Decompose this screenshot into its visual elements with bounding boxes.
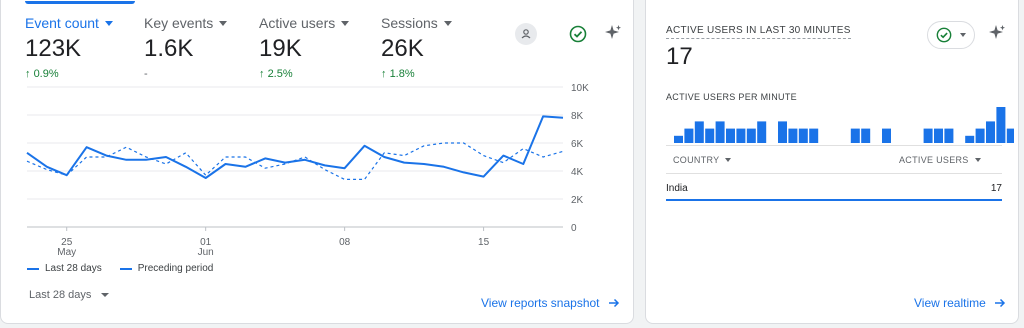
- chart-legend: Last 28 days Preceding period: [27, 263, 213, 274]
- per-minute-bar[interactable]: [965, 135, 975, 143]
- metric-tab-sessions[interactable]: Sessions 26K ↑ 1.8%: [381, 1, 481, 80]
- y-tick-label: 10K: [571, 83, 589, 94]
- country-cell: India: [666, 183, 688, 194]
- view-reports-snapshot-link[interactable]: View reports snapshot: [481, 296, 620, 310]
- per-minute-bar[interactable]: [809, 128, 819, 143]
- realtime-value: 17: [666, 43, 693, 70]
- metric-change: ↑ 1.8%: [381, 68, 415, 80]
- per-minute-bar[interactable]: [882, 128, 891, 143]
- x-tick-label: 15: [478, 237, 490, 248]
- chevron-down-icon[interactable]: [341, 20, 350, 26]
- chevron-down-icon[interactable]: [443, 20, 452, 26]
- legend-label: Preceding period: [137, 263, 214, 274]
- legend-solid-swatch: [27, 267, 39, 270]
- date-range-dropdown[interactable]: Last 28 days: [29, 289, 110, 301]
- share-bar: [666, 199, 1002, 201]
- link-label: View realtime: [914, 296, 986, 310]
- line-chart: 10K8K6K4K2K025May01Jun08 15: [26, 83, 589, 258]
- metric-tab-key-events[interactable]: Key events 1.6K -: [144, 1, 244, 80]
- check-circle-icon: [936, 27, 952, 43]
- arrow-right-icon: [994, 298, 1005, 308]
- sparkle-icon[interactable]: [602, 22, 624, 44]
- date-range-label: Last 28 days: [29, 289, 92, 301]
- chevron-down-icon[interactable]: [104, 20, 113, 26]
- data-quality-dropdown[interactable]: [927, 21, 975, 49]
- metric-change: -: [144, 68, 148, 80]
- legend-item-current[interactable]: Last 28 days: [27, 263, 102, 274]
- metric-change: ↑ 2.5%: [259, 68, 293, 80]
- per-minute-bar[interactable]: [684, 128, 694, 143]
- y-tick-label: 6K: [571, 139, 584, 150]
- table-row: India 17: [666, 181, 1002, 201]
- sparkle-icon[interactable]: [986, 22, 1008, 44]
- per-minute-label: ACTIVE USERS PER MINUTE: [666, 92, 797, 102]
- column-header-active-users[interactable]: ACTIVE USERS: [899, 155, 981, 165]
- per-minute-bar[interactable]: [1006, 128, 1014, 143]
- per-minute-bar[interactable]: [726, 128, 735, 143]
- metric-label: Key events: [144, 15, 214, 31]
- x-tick-month-label: Jun: [198, 247, 214, 258]
- per-minute-bar-chart: [674, 107, 1014, 143]
- x-tick-label: 08: [339, 237, 351, 248]
- users-cell: 17: [990, 183, 1002, 194]
- metric-label: Active users: [259, 15, 336, 31]
- metric-value: 123K: [25, 35, 82, 62]
- chevron-down-icon[interactable]: [219, 20, 228, 26]
- per-minute-bar[interactable]: [850, 128, 860, 143]
- divider: [666, 145, 1002, 146]
- per-minute-bar[interactable]: [798, 128, 808, 143]
- per-minute-bar[interactable]: [861, 128, 871, 143]
- per-minute-bar[interactable]: [694, 121, 704, 143]
- series-line-last-28-days[interactable]: [26, 115, 564, 179]
- check-circle-icon[interactable]: [567, 23, 589, 45]
- per-minute-bar[interactable]: [705, 128, 715, 143]
- per-minute-bar[interactable]: [923, 128, 933, 143]
- arrow-up-icon: ↑: [25, 68, 31, 80]
- metric-value: 19K: [259, 35, 302, 62]
- per-minute-bar[interactable]: [746, 128, 756, 143]
- arrow-up-icon: ↑: [381, 68, 387, 80]
- legend-dashed-swatch: [119, 267, 132, 270]
- column-header-country[interactable]: COUNTRY: [673, 155, 732, 165]
- metric-tab-event-count[interactable]: Event count 123K ↑ 0.9%: [25, 1, 135, 80]
- metric-label: Sessions: [381, 15, 438, 31]
- realtime-title[interactable]: ACTIVE USERS IN LAST 30 MINUTES: [666, 25, 851, 39]
- metric-label: Event count: [25, 15, 99, 31]
- per-minute-bar[interactable]: [944, 128, 954, 143]
- per-minute-bar[interactable]: [934, 128, 943, 143]
- y-tick-label: 8K: [571, 111, 584, 122]
- x-tick-month-label: May: [57, 247, 76, 258]
- per-minute-bar[interactable]: [674, 135, 683, 143]
- overview-card: Event count 123K ↑ 0.9% Key events 1.6K …: [0, 0, 634, 324]
- metric-tab-active-users[interactable]: Active users 19K ↑ 2.5%: [259, 1, 369, 80]
- arrow-right-icon: [608, 298, 619, 308]
- arrow-up-icon: ↑: [259, 68, 265, 80]
- y-tick-label: 2K: [571, 195, 584, 206]
- metric-value: 26K: [381, 35, 424, 62]
- chevron-down-icon: [101, 293, 110, 297]
- divider: [666, 173, 1002, 174]
- metric-change: ↑ 0.9%: [25, 68, 59, 80]
- legend-label: Last 28 days: [45, 263, 102, 274]
- per-minute-bar[interactable]: [757, 121, 767, 143]
- y-tick-label: 4K: [571, 167, 584, 178]
- chevron-down-icon: [974, 158, 981, 162]
- per-minute-bar[interactable]: [986, 121, 995, 143]
- legend-item-previous[interactable]: Preceding period: [119, 263, 214, 274]
- metric-value: 1.6K: [144, 35, 194, 62]
- per-minute-bar[interactable]: [996, 107, 1006, 143]
- per-minute-bar[interactable]: [975, 128, 985, 143]
- chevron-down-icon: [725, 158, 732, 162]
- realtime-card: ACTIVE USERS IN LAST 30 MINUTES 17 ACTIV…: [645, 0, 1019, 324]
- insights-badge-icon[interactable]: [515, 23, 537, 45]
- view-realtime-link[interactable]: View realtime: [914, 296, 1006, 310]
- y-tick-label: 0: [571, 223, 577, 234]
- per-minute-bar[interactable]: [715, 121, 725, 143]
- per-minute-bar[interactable]: [778, 121, 787, 143]
- per-minute-bar[interactable]: [788, 128, 798, 143]
- link-label: View reports snapshot: [481, 296, 600, 310]
- per-minute-bar[interactable]: [736, 128, 746, 143]
- chevron-down-icon: [960, 33, 966, 37]
